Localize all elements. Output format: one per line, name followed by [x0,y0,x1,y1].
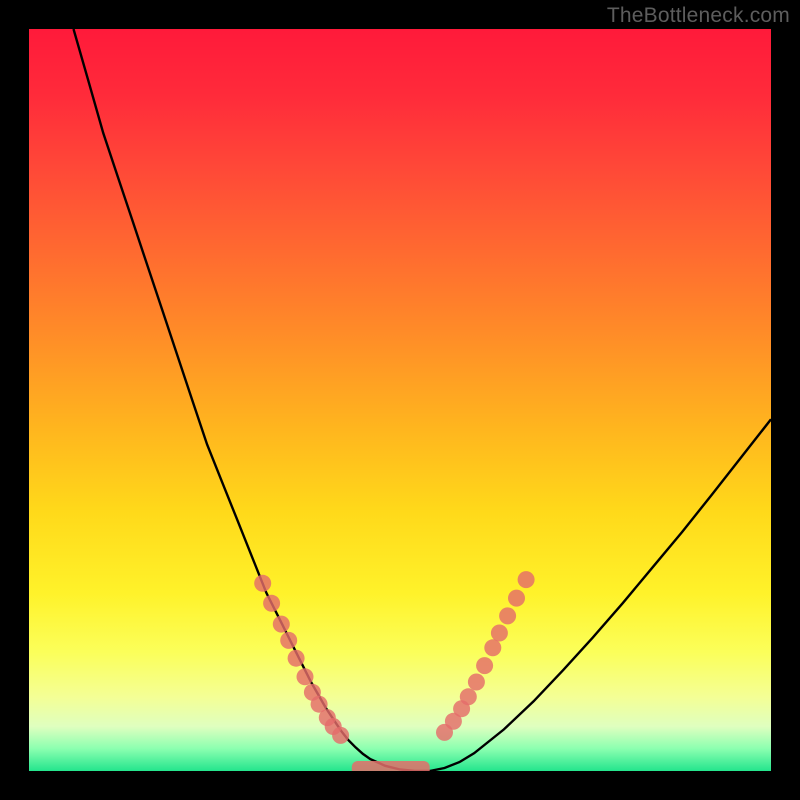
chart-svg [29,29,771,771]
plot-area [29,29,771,771]
curve-dot [499,607,516,624]
bottleneck-curve [74,29,772,771]
curve-dot [491,625,508,642]
curve-dot [263,595,280,612]
curve-dot [468,674,485,691]
curve-dot [254,575,271,592]
watermark-text: TheBottleneck.com [607,4,790,28]
curve-dot [518,571,535,588]
curve-dot [288,650,305,667]
bottleneck-curve-path [74,29,772,771]
curve-dot [476,657,493,674]
curve-dot [332,727,349,744]
curve-dot [484,639,501,656]
baseline-pill-rect [352,761,430,771]
curve-dot [460,688,477,705]
curve-dot [508,590,525,607]
curve-dot [280,632,297,649]
curve-dots-left [254,575,349,744]
curve-dot [297,668,314,685]
outer-black-frame: TheBottleneck.com [0,0,800,800]
curve-dot [273,616,290,633]
baseline-pill [352,761,430,771]
